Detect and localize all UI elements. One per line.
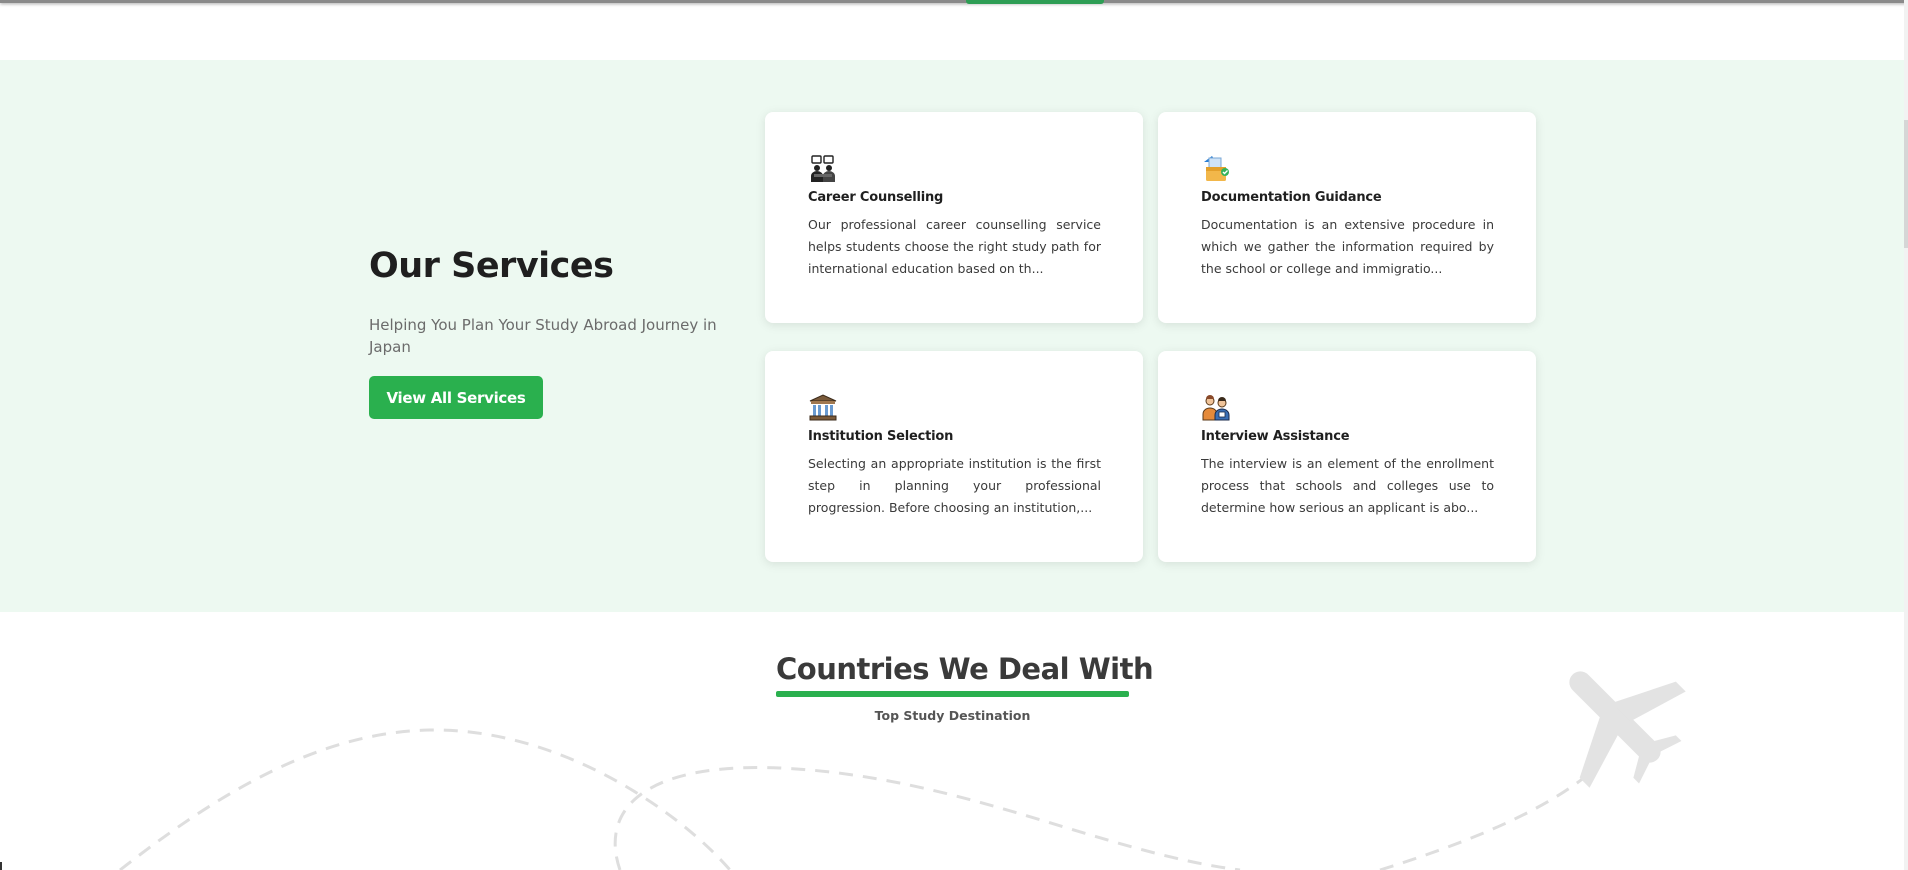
service-card-title: Institution Selection: [808, 429, 954, 444]
counselling-icon: [811, 155, 835, 182]
service-card-interview-assistance[interactable]: Interview Assistance The interview is an…: [1158, 351, 1536, 562]
flight-path-decoration: [119, 671, 1686, 870]
service-card-description: Our professional career counselling serv…: [808, 217, 1101, 276]
scrollbar-thumb[interactable]: [1904, 120, 1908, 248]
corner-mark: [0, 862, 2, 870]
header-active-indicator: [966, 0, 1104, 4]
service-card-title: Documentation Guidance: [1201, 190, 1382, 205]
service-card-title: Career Counselling: [808, 190, 944, 205]
airplane-icon: [1569, 671, 1686, 788]
view-all-services-button[interactable]: View All Services: [369, 376, 543, 419]
institution-icon: [809, 394, 837, 421]
countries-heading: Countries We Deal With: [776, 652, 1154, 686]
interview-icon: [1202, 395, 1230, 421]
services-subtitle: Helping You Plan Your Study Abroad Journ…: [369, 316, 717, 356]
documentation-icon: [1204, 156, 1229, 181]
service-card-documentation-guidance[interactable]: Documentation Guidance Documentation is …: [1158, 112, 1536, 323]
header-shadow: [0, 0, 1908, 3]
service-card-career-counselling[interactable]: Career Counselling Our professional care…: [765, 112, 1143, 323]
service-card-title: Interview Assistance: [1201, 429, 1350, 444]
countries-heading-underline: [776, 691, 1129, 697]
service-card-description: Selecting an appropriate institution is …: [808, 456, 1101, 515]
services-heading: Our Services: [369, 246, 614, 286]
service-card-institution-selection[interactable]: Institution Selection Selecting an appro…: [765, 351, 1143, 562]
service-card-description: Documentation is an extensive procedure …: [1201, 217, 1494, 276]
service-card-description: The interview is an element of the enrol…: [1201, 456, 1494, 515]
countries-subtitle: Top Study Destination: [874, 708, 1031, 723]
